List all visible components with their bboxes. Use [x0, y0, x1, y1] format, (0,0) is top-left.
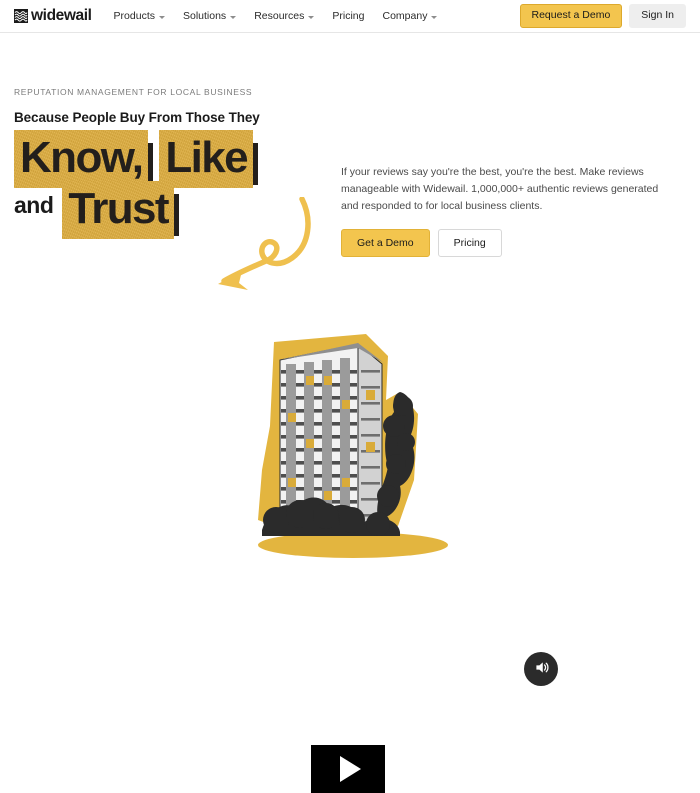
pricing-button[interactable]: Pricing — [437, 229, 502, 257]
hero-eyebrow: REPUTATION MANAGEMENT FOR LOCAL BUSINESS — [14, 87, 253, 97]
nav-actions: Request a Demo Sign In — [519, 4, 686, 28]
nav-item-pricing-label: Pricing — [332, 10, 365, 22]
hero-description: If your reviews say you're the best, you… — [341, 166, 659, 212]
chevron-down-icon — [431, 15, 438, 19]
building-illustration — [248, 330, 458, 570]
hero-highlight-know-text: Know, — [14, 130, 148, 188]
sound-toggle-button[interactable] — [524, 652, 558, 686]
hero-highlight-trust-text: Trust — [62, 181, 174, 239]
hero-connector-and: and — [14, 192, 54, 219]
primary-nav-links: Products Solutions Resources Pricing Com… — [114, 10, 438, 22]
nav-item-solutions-label: Solutions — [182, 10, 227, 22]
hero-highlight-know: Know, — [14, 133, 154, 185]
hero-section: REPUTATION MANAGEMENT FOR LOCAL BUSINESS… — [0, 33, 700, 290]
hero-highlight-trust: Trust — [62, 183, 179, 236]
widewail-logo-icon — [14, 9, 28, 23]
nav-item-products-label: Products — [113, 10, 155, 22]
hero-subheading: Because People Buy From Those They — [14, 110, 260, 125]
nav-item-resources-label: Resources — [254, 10, 305, 22]
nav-item-pricing[interactable]: Pricing — [332, 10, 364, 22]
nav-item-solutions[interactable]: Solutions — [182, 10, 237, 22]
chevron-down-icon — [230, 15, 237, 19]
play-video-button[interactable] — [311, 745, 385, 793]
chevron-down-icon — [308, 15, 315, 19]
speaker-on-icon — [533, 659, 550, 679]
chevron-down-icon — [158, 15, 165, 19]
brand-name: widewail — [31, 7, 92, 25]
request-demo-button[interactable]: Request a Demo — [519, 4, 623, 28]
top-navigation-bar: widewail Products Solutions Resources Pr… — [0, 0, 700, 33]
nav-item-company[interactable]: Company — [383, 10, 438, 22]
play-icon — [339, 756, 361, 782]
hero-right-column: If your reviews say you're the best, you… — [341, 164, 676, 257]
nav-item-products[interactable]: Products — [114, 10, 165, 22]
sign-in-button[interactable]: Sign In — [629, 4, 686, 28]
nav-item-company-label: Company — [382, 10, 428, 22]
hero-video-section — [0, 320, 700, 793]
get-a-demo-button[interactable]: Get a Demo — [341, 229, 430, 257]
hero-highlight-like-text: Like — [159, 130, 253, 188]
nav-item-resources[interactable]: Resources — [254, 10, 315, 22]
brand-logo-link[interactable]: widewail — [14, 8, 92, 24]
hero-cta-group: Get a Demo Pricing — [341, 229, 676, 257]
hero-highlight-like: Like — [159, 133, 259, 185]
